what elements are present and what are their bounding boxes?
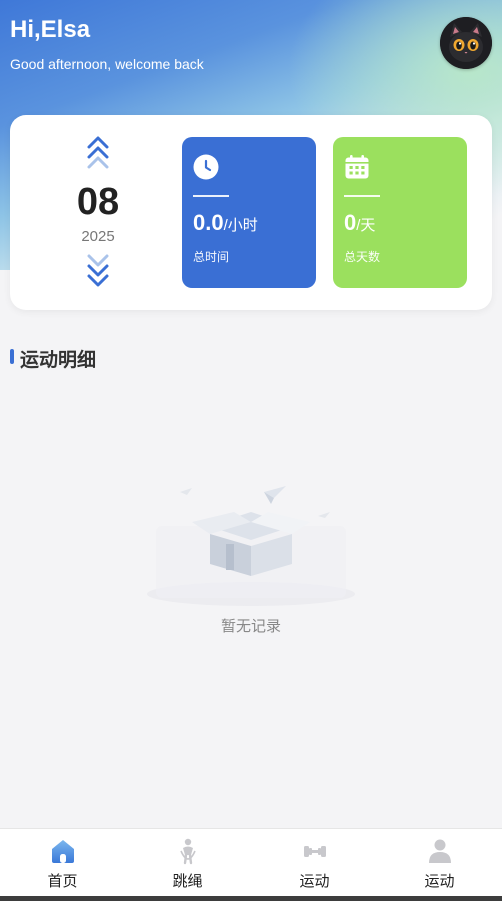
date-selector: 08 2025 xyxy=(10,115,186,310)
divider xyxy=(344,195,380,197)
section-accent-bar xyxy=(10,349,14,364)
section-title: 运动明细 xyxy=(20,350,97,371)
tab-exercise-label: 运动 xyxy=(299,873,330,890)
greeting-title: Hi,Elsa xyxy=(10,16,91,43)
tab-profile-label: 运动 xyxy=(424,873,455,890)
double-chevron-down-icon xyxy=(87,254,109,287)
total-time-number: 0.0 xyxy=(193,210,224,235)
tab-profile[interactable]: 运动 xyxy=(377,829,502,899)
clock-icon xyxy=(193,154,219,180)
bottom-tab-bar: 首页 跳绳 运动 运动 xyxy=(0,828,502,898)
total-time-label: 总时间 xyxy=(193,250,230,264)
divider xyxy=(193,195,229,197)
empty-box-illustration xyxy=(147,486,355,606)
greeting-subtitle: Good afternoon, welcome back xyxy=(10,56,204,72)
dumbbell-icon xyxy=(303,846,326,857)
previous-month-button[interactable] xyxy=(86,135,110,173)
month-value: 08 xyxy=(76,181,120,223)
total-days-unit: /天 xyxy=(356,217,376,234)
double-chevron-up-icon xyxy=(87,136,109,169)
tab-home-label: 首页 xyxy=(47,873,78,890)
tab-home[interactable]: 首页 xyxy=(0,829,125,899)
total-days-label: 总天数 xyxy=(344,250,381,264)
total-time-card: 0.0/小时 总时间 xyxy=(182,137,316,288)
tab-exercise[interactable]: 运动 xyxy=(252,829,377,899)
avatar[interactable] xyxy=(440,17,492,69)
summary-card: 08 2025 0.0/小时 总时间 0/天 总天数 xyxy=(10,115,492,310)
black-cat-avatar-icon xyxy=(440,17,492,69)
home-icon xyxy=(51,840,74,863)
total-time-value: 0.0/小时 xyxy=(193,210,258,236)
user-icon xyxy=(428,839,451,863)
tab-jump-rope[interactable]: 跳绳 xyxy=(125,829,250,899)
next-month-button[interactable] xyxy=(86,250,110,288)
system-navigation-bar xyxy=(0,896,502,901)
total-days-card: 0/天 总天数 xyxy=(333,137,467,288)
calendar-icon xyxy=(345,155,369,179)
empty-state-text: 暂无记录 xyxy=(220,618,281,635)
total-time-unit: /小时 xyxy=(223,217,258,234)
tab-jump-rope-label: 跳绳 xyxy=(172,873,203,890)
year-value: 2025 xyxy=(81,228,115,245)
total-days-value: 0/天 xyxy=(344,210,375,236)
jump-rope-icon xyxy=(179,838,196,865)
total-days-number: 0 xyxy=(344,210,357,235)
